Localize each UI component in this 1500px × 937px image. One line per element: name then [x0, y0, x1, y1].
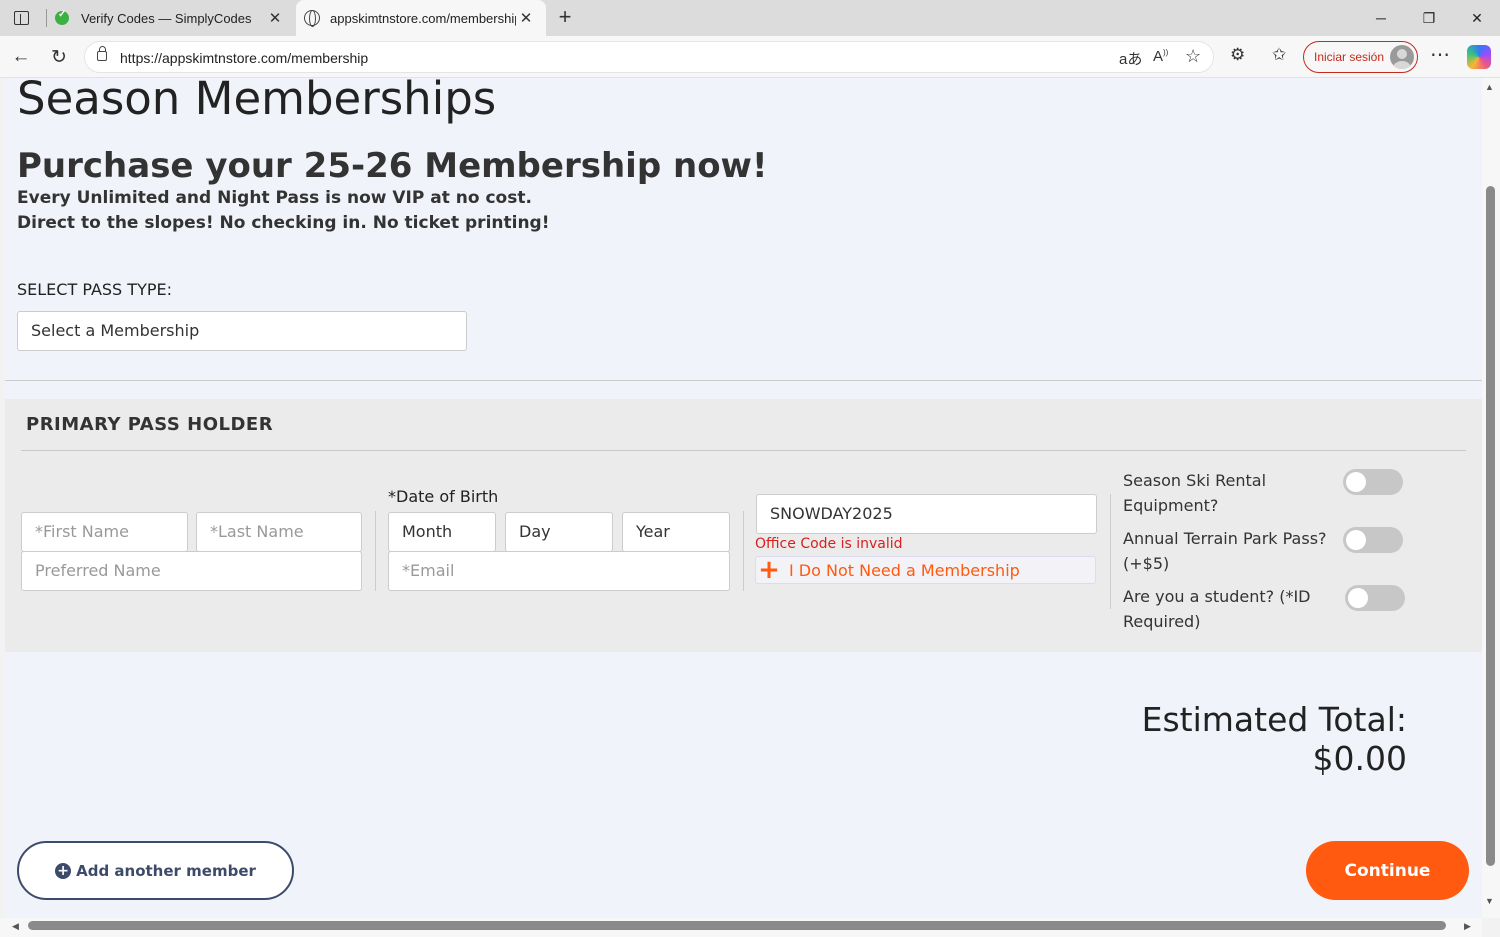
new-tab-icon[interactable]: + — [553, 5, 577, 29]
email-input[interactable]: *Email — [388, 551, 730, 591]
estimated-total-label: Estimated Total: — [1141, 700, 1407, 739]
column-separator — [375, 511, 376, 591]
add-member-label: Add another member — [76, 861, 256, 880]
no-membership-label: I Do Not Need a Membership — [789, 560, 1020, 580]
section-divider — [5, 380, 1482, 381]
page-title: Season Memberships — [17, 78, 497, 125]
close-tab-icon[interactable]: ✕ — [265, 9, 285, 27]
scroll-thumb[interactable] — [1486, 186, 1495, 866]
lock-icon[interactable] — [97, 46, 107, 61]
read-aloud-icon[interactable]: A)) — [1153, 48, 1168, 65]
preferred-name-input[interactable]: Preferred Name — [21, 551, 362, 591]
toggle-knob — [1346, 530, 1366, 550]
plus-circle-icon: + — [55, 862, 72, 879]
scroll-right-icon[interactable]: ▶ — [1464, 921, 1471, 932]
url-field[interactable]: https://appskimtnstore.com/membership aあ… — [84, 41, 1214, 73]
dob-label: *Date of Birth — [388, 487, 499, 506]
promo-line-1: Every Unlimited and Night Pass is now VI… — [17, 188, 532, 208]
promo-line-2: Direct to the slopes! No checking in. No… — [17, 213, 550, 233]
scroll-up-icon[interactable]: ▲ — [1485, 82, 1494, 92]
dob-month-select[interactable]: Month — [388, 512, 496, 552]
page-viewport: Season Memberships Purchase your 25-26 M… — [5, 78, 1482, 918]
tab-bar: Verify Codes — SimplyCodes ✕ appskimtnst… — [0, 0, 1500, 36]
dob-day-select[interactable]: Day — [505, 512, 613, 552]
no-membership-button[interactable]: + I Do Not Need a Membership — [755, 556, 1096, 584]
address-bar: ← ↻ https://appskimtnstore.com/membershi… — [0, 36, 1500, 78]
tab-membership[interactable]: appskimtnstore.com/membership ✕ — [296, 0, 546, 36]
signin-label: Iniciar sesión — [1314, 50, 1385, 64]
scroll-thumb[interactable] — [28, 921, 1446, 930]
column-separator — [743, 511, 744, 591]
close-tab-icon[interactable]: ✕ — [516, 9, 536, 27]
office-code-input[interactable]: SNOWDAY2025 — [756, 494, 1097, 534]
restore-icon[interactable]: ❐ — [1406, 0, 1452, 36]
estimated-total-value: $0.00 — [1312, 739, 1407, 778]
select-pass-label: SELECT PASS TYPE: — [17, 280, 172, 299]
add-member-button[interactable]: + Add another member — [17, 841, 294, 900]
section-rule — [21, 450, 1466, 451]
terrain-park-label: Annual Terrain Park Pass? (+$5) — [1123, 529, 1327, 573]
horizontal-scrollbar[interactable]: ◀ ▶ — [0, 918, 1482, 937]
toggle-knob — [1348, 588, 1368, 608]
student-label: Are you a student? (*ID Required) — [1123, 587, 1311, 631]
continue-button[interactable]: Continue — [1306, 841, 1469, 900]
section-title: PRIMARY PASS HOLDER — [26, 414, 274, 435]
globe-icon — [304, 10, 320, 27]
url-text[interactable]: https://appskimtnstore.com/membership — [120, 50, 368, 66]
scroll-left-icon[interactable]: ◀ — [12, 921, 19, 932]
office-code-error: Office Code is invalid — [755, 536, 903, 552]
minimize-icon[interactable]: ─ — [1358, 0, 1404, 36]
toggle-knob — [1346, 472, 1366, 492]
translate-icon[interactable]: aあ — [1119, 48, 1142, 69]
primary-pass-holder-section: PRIMARY PASS HOLDER *First Name *Last Na… — [5, 399, 1482, 652]
promo-heading: Purchase your 25-26 Membership now! — [17, 146, 768, 186]
terrain-park-toggle[interactable] — [1343, 527, 1403, 553]
signin-button[interactable]: Iniciar sesión — [1303, 41, 1418, 73]
simplycodes-favicon-icon — [55, 9, 69, 25]
favorites-icon[interactable]: ✩ — [1272, 45, 1286, 65]
tab-title: Verify Codes — SimplyCodes — [81, 10, 252, 26]
scroll-down-icon[interactable]: ▼ — [1485, 896, 1494, 906]
close-window-icon[interactable]: ✕ — [1454, 0, 1500, 36]
copilot-icon[interactable] — [1467, 45, 1491, 69]
tab-simplycodes[interactable]: Verify Codes — SimplyCodes ✕ — [45, 0, 295, 36]
more-menu-icon[interactable]: ⋯ — [1430, 42, 1450, 67]
plus-icon: + — [758, 555, 780, 585]
vertical-scrollbar[interactable]: ▲ ▼ — [1482, 78, 1500, 918]
reload-icon[interactable]: ↻ — [46, 44, 72, 70]
tab-actions-icon[interactable] — [8, 6, 34, 30]
last-name-input[interactable]: *Last Name — [196, 512, 362, 552]
tab-title: appskimtnstore.com/membership — [330, 10, 516, 26]
column-separator — [1110, 494, 1111, 609]
student-toggle[interactable] — [1345, 585, 1405, 611]
extensions-icon[interactable]: ⚙ — [1230, 45, 1245, 65]
avatar-icon — [1390, 45, 1414, 69]
dob-year-select[interactable]: Year — [622, 512, 730, 552]
first-name-input[interactable]: *First Name — [21, 512, 188, 552]
favorite-star-icon[interactable]: ☆ — [1185, 46, 1201, 67]
membership-select[interactable]: Select a Membership — [17, 311, 467, 351]
rental-equipment-toggle[interactable] — [1343, 469, 1403, 495]
rental-equipment-label: Season Ski Rental Equipment? — [1123, 471, 1267, 515]
back-icon[interactable]: ← — [8, 44, 34, 70]
